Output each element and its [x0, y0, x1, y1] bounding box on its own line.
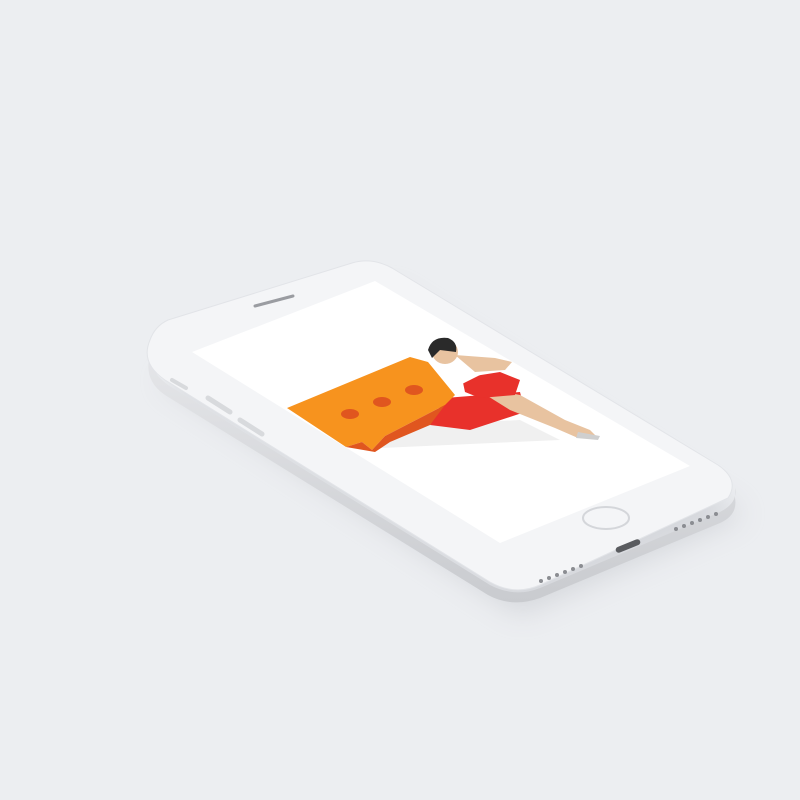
typing-dot-2 [373, 397, 391, 407]
phone-mockup-scene [146, 260, 745, 615]
typing-dot-1 [341, 409, 359, 419]
typing-dot-3 [405, 385, 423, 395]
